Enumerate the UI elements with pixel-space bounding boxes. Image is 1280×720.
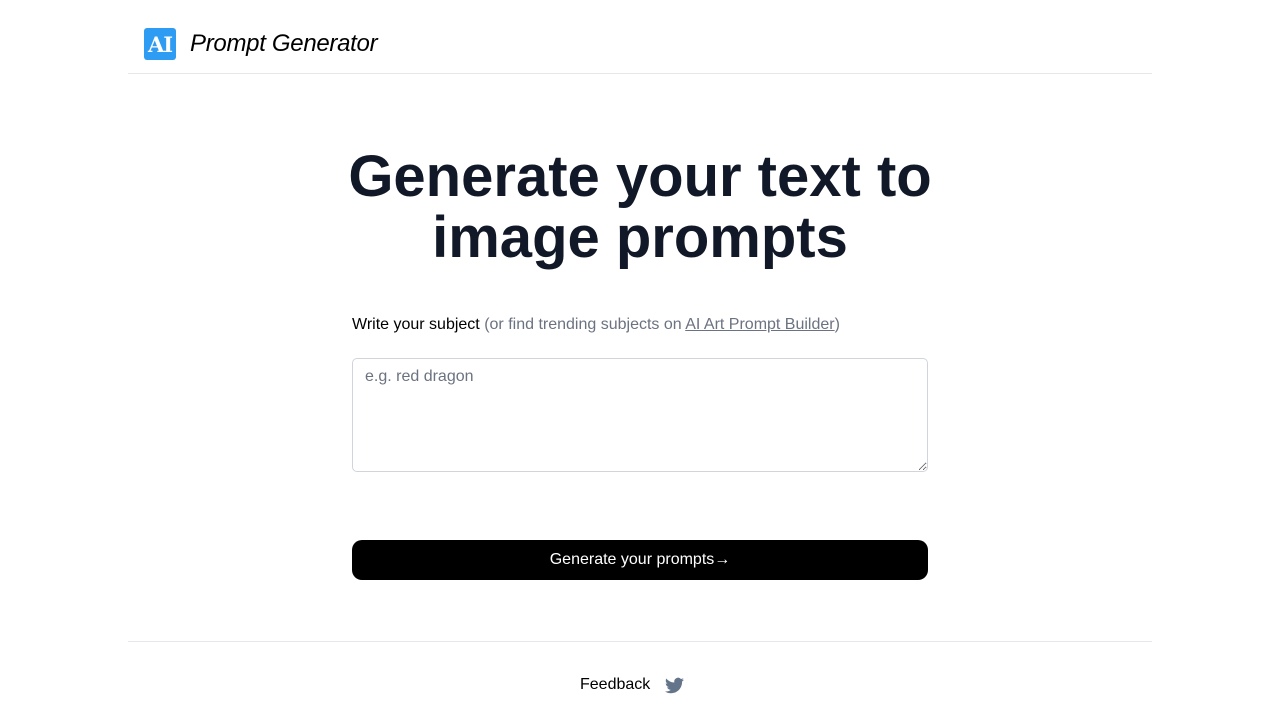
logo-text: AI [147,31,173,57]
subject-label-text: Write your subject [352,316,480,333]
twitter-icon [665,677,684,694]
site-header: AI Prompt Generator [128,0,1152,74]
generate-prompts-label: Generate your prompts→ [549,551,731,568]
page-title-line-1: Generate your text to [348,144,932,209]
subject-label: Write your subject (or find trending sub… [352,315,840,335]
subject-hint-prefix: (or find trending subjects on [484,316,686,333]
subject-hint: (or find trending subjects on AI Art Pro… [484,316,840,333]
twitter-link[interactable] [664,676,685,695]
footer-divider [128,641,1152,642]
logo[interactable]: AI [144,28,176,60]
page-title: Generate your text to image prompts [240,146,1040,268]
ai-art-prompt-builder-link[interactable]: AI Art Prompt Builder [685,316,834,333]
subject-input[interactable] [352,358,928,472]
feedback-link[interactable]: Feedback [580,675,650,695]
subject-hint-suffix: ) [834,316,840,333]
app-title[interactable]: Prompt Generator [190,30,378,58]
generate-prompts-button[interactable]: Generate your prompts→ [352,540,928,580]
page-title-line-2: image prompts [432,205,848,270]
